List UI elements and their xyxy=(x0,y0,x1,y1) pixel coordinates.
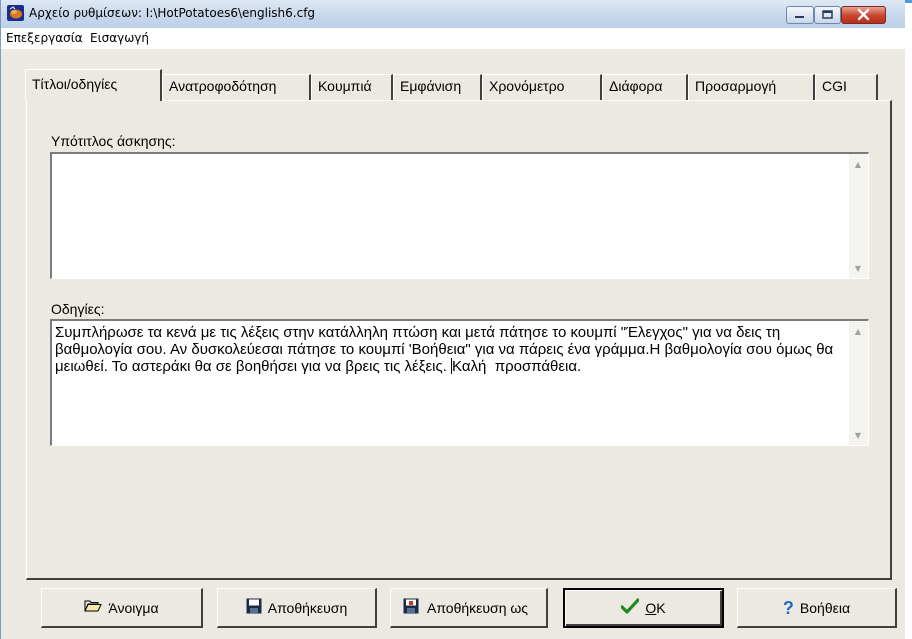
scroll-up-arrow-icon[interactable]: ▲ xyxy=(852,327,864,337)
subtitle-scrollbar[interactable]: ▲ ▼ xyxy=(849,154,868,278)
save-button[interactable]: Αποθήκευση xyxy=(217,588,377,628)
tab-timer[interactable]: Χρονόμετρο xyxy=(482,74,602,100)
instructions-textarea[interactable]: Συμπλήρωσε τα κενά με τις λέξεις στην κα… xyxy=(50,319,869,446)
folder-open-icon xyxy=(84,599,103,617)
close-button[interactable] xyxy=(841,6,886,24)
minimize-icon xyxy=(795,16,804,18)
desktop-background xyxy=(904,0,912,639)
ok-button[interactable]: OK xyxy=(563,588,724,628)
tab-buttons[interactable]: Κουμπιά xyxy=(311,74,393,100)
tab-other[interactable]: Διάφορα xyxy=(602,74,688,100)
subtitle-textarea[interactable]: ▲ ▼ xyxy=(50,152,869,279)
checkmark-icon xyxy=(620,598,640,618)
ok-button-label: OK xyxy=(645,600,665,616)
scroll-up-arrow-icon[interactable]: ▲ xyxy=(852,160,864,170)
scroll-down-arrow-icon[interactable]: ▼ xyxy=(852,431,864,441)
save-button-label: Αποθήκευση xyxy=(267,599,348,616)
window-title: Αρχείο ρυθμίσεων: I:\HotPotatoes6\englis… xyxy=(29,6,316,20)
tab-customize[interactable]: Προσαρμογή xyxy=(688,74,815,100)
save-as-button-label: Αποθήκευση ως xyxy=(427,599,529,616)
instructions-text-before-caret: Συμπλήρωσε τα κενά με τις λέξεις στην κα… xyxy=(55,324,838,375)
minimize-button[interactable] xyxy=(786,6,814,24)
subtitle-label: Υπότιτλος άσκησης: xyxy=(51,133,176,149)
ok-button-label-rest: K xyxy=(656,600,666,616)
floppy-save-as-icon xyxy=(403,598,421,618)
floppy-disk-icon xyxy=(246,598,262,618)
maximize-button[interactable] xyxy=(814,6,841,24)
instructions-scrollbar[interactable]: ▲ ▼ xyxy=(849,321,868,445)
menu-edit[interactable]: Επεξεργασία xyxy=(6,31,83,45)
open-button[interactable]: Άνοιγμα xyxy=(41,588,203,628)
question-mark-icon: ? xyxy=(782,597,794,618)
tab-feedback[interactable]: Ανατροφοδότηση xyxy=(162,74,311,100)
instructions-value: Συμπλήρωσε τα κενά με τις λέξεις στην κα… xyxy=(55,324,846,375)
ok-button-label-accelerator: O xyxy=(645,600,657,616)
tab-appearance[interactable]: Εμφάνιση xyxy=(393,74,482,100)
help-button[interactable]: ? Βοήθεια xyxy=(737,588,897,628)
settings-window: Αρχείο ρυθμίσεων: I:\HotPotatoes6\englis… xyxy=(0,0,905,639)
tab-titles-instructions[interactable]: Τίτλοι/οδηγίες xyxy=(25,69,162,101)
menu-bar: Επεξεργασία Εισαγωγή xyxy=(1,28,905,49)
scroll-down-arrow-icon[interactable]: ▼ xyxy=(852,264,864,274)
hot-potatoes-icon xyxy=(7,5,24,21)
open-button-label: Άνοιγμα xyxy=(108,599,159,616)
maximize-icon xyxy=(822,10,833,19)
instructions-text-after-caret: Καλή προσπάθεια. xyxy=(452,358,582,375)
save-as-button[interactable]: Αποθήκευση ως xyxy=(390,588,548,628)
help-button-label: Βοήθεια xyxy=(799,599,851,616)
close-icon xyxy=(857,8,870,21)
tab-cgi[interactable]: CGI xyxy=(815,74,878,100)
menu-insert[interactable]: Εισαγωγή xyxy=(90,31,149,45)
title-bar[interactable]: Αρχείο ρυθμίσεων: I:\HotPotatoes6\englis… xyxy=(1,0,905,28)
instructions-label: Οδηγίες: xyxy=(51,301,105,317)
